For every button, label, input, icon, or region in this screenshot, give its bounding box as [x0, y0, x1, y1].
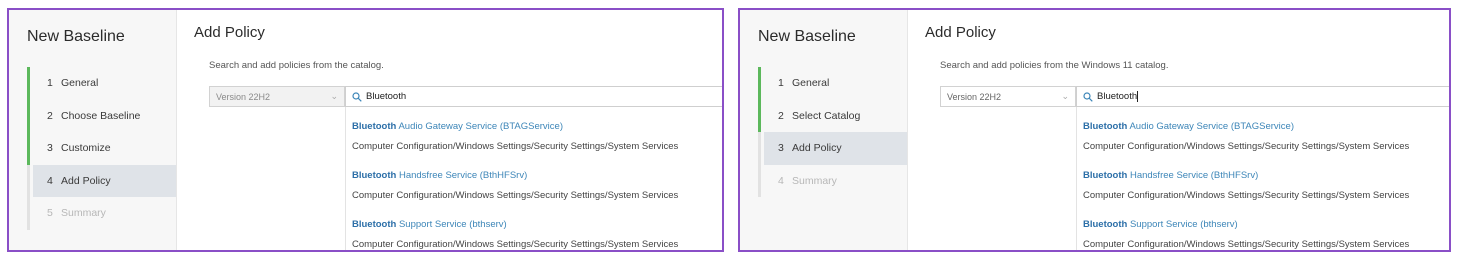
result-name: Handsfree Service (BthHFSrv)	[396, 170, 528, 181]
result-path: Computer Configuration/Windows Settings/…	[352, 141, 679, 152]
search-value: Bluetooth	[1097, 91, 1138, 102]
new-wizard-panel: New Baseline 1 General 2 Select Catalog 3A…	[738, 8, 1451, 252]
search-results: Bluetooth Audio Gateway Service (BTAGSer…	[345, 107, 722, 250]
step-number: 4	[778, 174, 784, 187]
version-value: Version 22H2	[947, 91, 1002, 102]
version-select[interactable]: Version 22H2 ⌄	[940, 86, 1076, 107]
step-number: 1	[778, 77, 784, 90]
result-path: Computer Configuration/Windows Settings/…	[1083, 239, 1410, 250]
wizard-title: New Baseline	[758, 28, 856, 45]
search-icon	[1083, 91, 1093, 102]
step-number: 4	[47, 174, 53, 187]
step-label: Customize	[61, 142, 111, 155]
step-label: General	[61, 77, 99, 90]
step-label: Summary	[792, 174, 837, 187]
step-number: 1	[47, 77, 53, 90]
step-number: 5	[47, 207, 53, 220]
list-item[interactable]: Bluetooth Handsfree Service (BthHFSrv) C…	[1083, 170, 1409, 201]
step-label: Add Policy	[61, 174, 111, 187]
result-title[interactable]: Bluetooth Handsfree Service (BthHFSrv)	[352, 170, 678, 181]
result-path: Computer Configuration/Windows Settings/…	[1083, 190, 1410, 201]
step-general[interactable]: 1 General	[27, 67, 176, 100]
step-select-catalog[interactable]: 2 Select Catalog	[758, 99, 907, 133]
wizard-content: Add Policy Search and add policies from …	[907, 10, 1449, 250]
step-add-policy[interactable]: 3 Add Policy	[758, 132, 907, 165]
wizard-steps: 1 General 2 Choose Baseline 3 Customize 4 Ad…	[27, 67, 176, 230]
step-label: General	[792, 77, 830, 90]
step-label: Add Policy	[792, 142, 842, 155]
search-value: Bluetooth	[366, 91, 407, 102]
step-label: Summary	[61, 207, 106, 220]
old-wizard-panel: New Baseline 1 General 2 Choose Baseline 3…	[7, 8, 724, 252]
list-item[interactable]: Bluetooth Handsfree Service (BthHFSrv) C…	[352, 170, 678, 201]
wizard-sidebar: New Baseline 1 General 2 Choose Baseline 3…	[9, 10, 177, 250]
wizard-sidebar: New Baseline 1 General 2 Select Catalog 3A…	[740, 10, 908, 250]
list-item[interactable]: Bluetooth Audio Gateway Service (BTAGSer…	[1083, 121, 1409, 152]
match-text: Bluetooth	[352, 121, 397, 132]
search-results: Bluetooth Audio Gateway Service (BTAGSer…	[1076, 107, 1449, 250]
result-title[interactable]: Bluetooth Audio Gateway Service (BTAGSer…	[1083, 121, 1409, 132]
step-number: 3	[47, 142, 53, 155]
step-add-policy[interactable]: 4 Add Policy	[27, 164, 176, 197]
step-number: 3	[778, 142, 784, 155]
result-path: Computer Configuration/Windows Settings/…	[352, 239, 679, 250]
version-select[interactable]: Version 22H2 ⌄	[209, 86, 345, 107]
page-title: Add Policy	[194, 24, 265, 41]
result-name: Audio Gateway Service (BTAGService)	[1127, 121, 1294, 132]
result-title[interactable]: Bluetooth Handsfree Service (BthHFSrv)	[1083, 170, 1409, 181]
page-title: Add Policy	[925, 24, 996, 41]
page-description: Search and add policies from the catalog…	[209, 60, 384, 71]
list-item[interactable]: Bluetooth Audio Gateway Service (BTAGSer…	[352, 121, 678, 152]
result-name: Handsfree Service (BthHFSrv)	[1127, 170, 1259, 181]
match-text: Bluetooth	[1083, 219, 1128, 230]
match-text: Bluetooth	[1083, 121, 1128, 132]
result-path: Computer Configuration/Windows Settings/…	[352, 190, 679, 201]
match-text: Bluetooth	[352, 219, 397, 230]
result-name: Audio Gateway Service (BTAGService)	[396, 121, 563, 132]
policy-search-input[interactable]: Bluetooth	[345, 86, 722, 107]
step-choose-baseline[interactable]: 2 Choose Baseline	[27, 99, 176, 133]
step-summary: 5 Summary	[27, 197, 176, 230]
step-summary: 4 Summary	[758, 164, 907, 198]
result-name: Support Service (bthserv)	[1127, 219, 1238, 230]
match-text: Bluetooth	[1083, 170, 1128, 181]
chevron-down-icon: ⌄	[330, 91, 338, 101]
result-title[interactable]: Bluetooth Support Service (bthserv)	[1083, 219, 1409, 230]
step-label: Choose Baseline	[61, 109, 141, 122]
wizard-title: New Baseline	[27, 28, 125, 45]
policy-search-input[interactable]: Bluetooth	[1076, 86, 1449, 107]
match-text: Bluetooth	[352, 170, 397, 181]
search-icon	[352, 91, 362, 102]
result-path: Computer Configuration/Windows Settings/…	[1083, 141, 1410, 152]
step-number: 2	[778, 109, 784, 122]
wizard-content: Add Policy Search and add policies from …	[176, 10, 722, 250]
list-item[interactable]: Bluetooth Support Service (bthserv) Comp…	[352, 219, 678, 250]
page-description: Search and add policies from the Windows…	[940, 60, 1169, 71]
step-customize[interactable]: 3 Customize	[27, 132, 176, 165]
result-title[interactable]: Bluetooth Support Service (bthserv)	[352, 219, 678, 230]
version-value: Version 22H2	[216, 91, 271, 102]
step-general[interactable]: 1 General	[758, 67, 907, 100]
chevron-down-icon: ⌄	[1061, 91, 1069, 101]
step-label: Select Catalog	[792, 109, 861, 122]
result-name: Support Service (bthserv)	[396, 219, 507, 230]
result-title[interactable]: Bluetooth Audio Gateway Service (BTAGSer…	[352, 121, 678, 132]
list-item[interactable]: Bluetooth Support Service (bthserv) Comp…	[1083, 219, 1409, 250]
text-cursor	[1137, 91, 1139, 102]
step-number: 2	[47, 109, 53, 122]
wizard-steps: 1 General 2 Select Catalog 3 Add Policy 4 Su…	[758, 67, 907, 197]
